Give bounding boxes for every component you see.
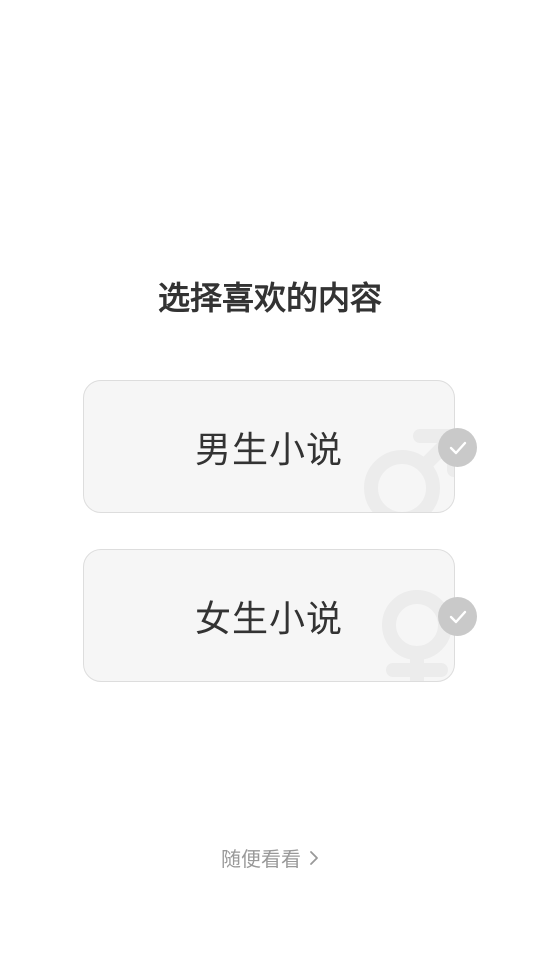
page-title: 选择喜欢的内容 — [157, 279, 382, 317]
browse-randomly-label: 随便看看 — [221, 847, 301, 871]
option-card-female-novels[interactable]: 女生小说 — [83, 549, 455, 682]
browse-randomly-link[interactable]: 随便看看 — [0, 843, 540, 872]
chevron-right-icon — [309, 850, 319, 866]
option-label-male-novels: 男生小说 — [194, 429, 343, 471]
option-label-female-novels: 女生小说 — [194, 598, 343, 640]
checkmark-glyph — [449, 441, 466, 454]
check-icon[interactable] — [438, 597, 477, 636]
option-card-male-novels[interactable]: 男生小说 — [83, 380, 455, 513]
checkmark-glyph — [449, 610, 466, 623]
check-icon[interactable] — [438, 428, 477, 467]
